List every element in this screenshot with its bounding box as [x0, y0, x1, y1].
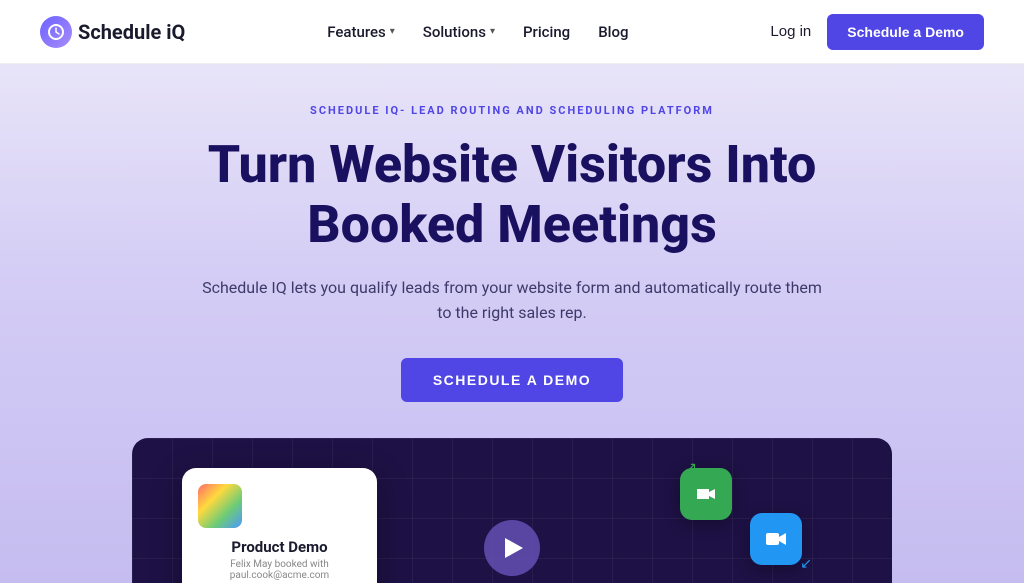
- meet-arrow-icon: ↗: [685, 460, 697, 476]
- features-chevron-icon: ▾: [390, 26, 395, 37]
- login-button[interactable]: Log in: [770, 23, 811, 40]
- hero-subtitle: SCHEDULE IQ- LEAD ROUTING AND SCHEDULING…: [40, 104, 984, 117]
- zoom-icon: [750, 513, 802, 565]
- hero-description: Schedule IQ lets you qualify leads from …: [202, 275, 822, 326]
- nav-center: Features ▾ Solutions ▾ Pricing Blog: [327, 23, 628, 41]
- logo-icon: [40, 16, 72, 48]
- hero-title: Turn Website Visitors Into Booked Meetin…: [40, 135, 984, 255]
- logo[interactable]: Schedule iQ: [40, 16, 185, 48]
- dashboard-preview: Product Demo Felix May booked with paul.…: [132, 438, 892, 583]
- hero-cta-button[interactable]: SCHEDULE A DEMO: [401, 358, 623, 402]
- nav-features[interactable]: Features ▾: [327, 23, 395, 41]
- nav-blog[interactable]: Blog: [598, 23, 628, 41]
- demo-card: Product Demo Felix May booked with paul.…: [182, 468, 377, 583]
- demo-card-avatar: [198, 484, 242, 528]
- play-button[interactable]: [484, 520, 540, 576]
- demo-card-subtitle: Felix May booked with paul.cook@acme.com: [198, 559, 361, 581]
- nav-solutions[interactable]: Solutions ▾: [423, 23, 495, 41]
- play-icon: [505, 538, 523, 558]
- zoom-arrow-icon: ↙: [800, 556, 812, 572]
- logo-text: Schedule iQ: [78, 20, 185, 44]
- navbar: Schedule iQ Features ▾ Solutions ▾ Prici…: [0, 0, 1024, 64]
- nav-right: Log in Schedule a Demo: [770, 14, 984, 50]
- solutions-chevron-icon: ▾: [490, 26, 495, 37]
- hero-section: SCHEDULE IQ- LEAD ROUTING AND SCHEDULING…: [0, 64, 1024, 583]
- nav-pricing[interactable]: Pricing: [523, 23, 570, 41]
- demo-card-title: Product Demo: [198, 538, 361, 556]
- schedule-demo-nav-button[interactable]: Schedule a Demo: [827, 14, 984, 50]
